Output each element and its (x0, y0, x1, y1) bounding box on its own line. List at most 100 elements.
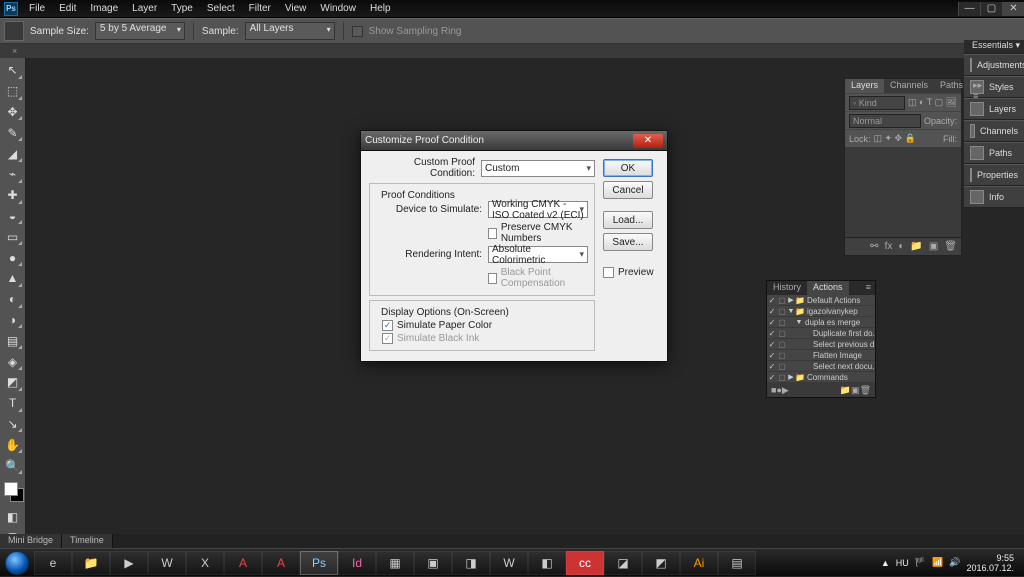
tool-14[interactable]: ◈ (2, 352, 23, 371)
taskbar-acrobat[interactable]: A (224, 551, 262, 575)
menu-help[interactable]: Help (363, 1, 398, 16)
tab-history[interactable]: History (767, 281, 807, 295)
taskbar-app1[interactable]: ▦ (376, 551, 414, 575)
tray-expand-icon[interactable]: ▲ (881, 558, 890, 568)
taskbar-photoshop[interactable]: Ps (300, 551, 338, 575)
tool-5[interactable]: ⌁ (2, 165, 23, 184)
taskbar-media[interactable]: ▶ (110, 551, 148, 575)
tray-volume-icon[interactable]: 🔊 (949, 557, 960, 568)
mask-icon[interactable]: ◐ (898, 241, 904, 252)
tray-network-icon[interactable]: 📶 (932, 557, 943, 568)
show-sampling-ring-check[interactable] (352, 26, 363, 37)
tool-12[interactable]: ◑ (2, 311, 23, 330)
action-row[interactable]: ✓▢Select previous d... (767, 339, 875, 350)
panel-properties[interactable]: Properties (964, 164, 1024, 186)
tray-lang[interactable]: HU (896, 558, 909, 568)
tool-7[interactable]: ◒ (2, 207, 23, 226)
tool-9[interactable]: ● (2, 248, 23, 267)
menu-view[interactable]: View (278, 1, 314, 16)
taskbar-app7[interactable]: ◪ (604, 551, 642, 575)
custom-condition-select[interactable]: Custom (481, 160, 595, 177)
actions-panel-menu[interactable]: ≡ (862, 281, 875, 295)
maximize-button[interactable]: ▢ (980, 2, 1002, 16)
taskbar-app8[interactable]: ◩ (642, 551, 680, 575)
tool-preset-icon[interactable] (4, 21, 24, 41)
tool-3[interactable]: ✎ (2, 123, 23, 142)
tool-15[interactable]: ◩ (2, 373, 23, 392)
taskbar-indesign[interactable]: Id (338, 551, 376, 575)
close-button[interactable]: ✕ (1002, 2, 1024, 16)
cancel-button[interactable]: Cancel (603, 181, 653, 199)
tab-channels[interactable]: Channels (884, 79, 934, 93)
taskbar-illustrator[interactable]: Ai (680, 551, 718, 575)
dialog-close-button[interactable]: ✕ (633, 134, 663, 148)
delete-layer-icon[interactable]: 🗑 (944, 241, 957, 252)
tool-10[interactable]: ▲ (2, 269, 23, 288)
menu-image[interactable]: Image (83, 1, 125, 16)
taskbar-ie[interactable]: e (34, 551, 72, 575)
taskbar-app3[interactable]: ◨ (452, 551, 490, 575)
fx-icon[interactable]: fx (885, 241, 893, 252)
action-row[interactable]: ✓▢Select next docu... (767, 361, 875, 372)
taskbar-app2[interactable]: ▣ (414, 551, 452, 575)
panel-adjustments[interactable]: Adjustments (964, 54, 1024, 76)
taskbar-app4[interactable]: W (490, 551, 528, 575)
tray-flag-icon[interactable]: 🏴 (915, 557, 926, 568)
device-simulate-select[interactable]: Working CMYK - ISO Coated v2 (ECI) (488, 201, 588, 218)
menu-file[interactable]: File (22, 1, 52, 16)
tool-0[interactable]: ↖ (2, 61, 23, 80)
panel-info[interactable]: Info (964, 186, 1024, 208)
simulate-paper-check[interactable]: ✓ (382, 320, 393, 331)
action-row[interactable]: ✓▢Duplicate first do... (767, 328, 875, 339)
taskbar-app9[interactable]: ▤ (718, 551, 756, 575)
tool-4[interactable]: ◢ (2, 144, 23, 163)
menu-window[interactable]: Window (313, 1, 363, 16)
layers-list[interactable] (845, 147, 961, 237)
menu-layer[interactable]: Layer (125, 1, 164, 16)
play-action-icon[interactable]: ▶ (782, 385, 789, 396)
new-set-icon[interactable]: 📁 (840, 385, 851, 396)
ok-button[interactable]: OK (603, 159, 653, 177)
tool-8[interactable]: ▭ (2, 227, 23, 246)
start-button[interactable] (0, 549, 34, 577)
link-layers-icon[interactable]: ⚯ (870, 241, 878, 252)
tool-1[interactable]: ⬚ (2, 82, 23, 101)
taskbar-explorer[interactable]: 📁 (72, 551, 110, 575)
blend-mode-select[interactable]: Normal (849, 114, 921, 128)
new-action-icon[interactable]: ▣ (851, 385, 860, 396)
rendering-intent-select[interactable]: Absolute Colorimetric (488, 246, 588, 263)
panel-paths[interactable]: Paths (964, 142, 1024, 164)
panel-layers[interactable]: Layers (964, 98, 1024, 120)
menu-select[interactable]: Select (200, 1, 242, 16)
tool-18[interactable]: ✋ (2, 435, 23, 454)
menu-edit[interactable]: Edit (52, 1, 83, 16)
tool-16[interactable]: T (2, 394, 23, 413)
new-layer-icon[interactable]: ▣ (929, 241, 938, 252)
tab-layers[interactable]: Layers (845, 79, 884, 93)
tool-13[interactable]: ▤ (2, 331, 23, 350)
menu-filter[interactable]: Filter (242, 1, 278, 16)
delete-action-icon[interactable]: 🗑 (860, 385, 871, 396)
quickmask-icon[interactable]: ◧ (2, 507, 23, 526)
taskbar-app6[interactable]: cc (566, 551, 604, 575)
panel-channels[interactable]: Channels (964, 120, 1024, 142)
taskbar-excel[interactable]: X (186, 551, 224, 575)
tool-2[interactable]: ✥ (2, 103, 23, 122)
group-icon[interactable]: 📁 (910, 241, 922, 252)
tray-clock[interactable]: 9:55 2016.07.12. (966, 553, 1014, 573)
taskbar-app5[interactable]: ◧ (528, 551, 566, 575)
minimize-button[interactable]: — (958, 2, 980, 16)
taskbar-word[interactable]: W (148, 551, 186, 575)
action-row[interactable]: ✓▢Flatten Image (767, 350, 875, 361)
taskbar-reader[interactable]: A (262, 551, 300, 575)
action-row[interactable]: ✓▢▼📁igazolvanykep (767, 306, 875, 317)
action-row[interactable]: ✓▢▶📁Commands (767, 372, 875, 383)
action-row[interactable]: ✓▢▼dupla es merge (767, 317, 875, 328)
tab-paths[interactable]: Paths (934, 79, 969, 93)
action-row[interactable]: ✓▢▶📁Default Actions (767, 295, 875, 306)
tool-11[interactable]: ◐ (2, 290, 23, 309)
foreground-swatch[interactable] (4, 482, 18, 496)
tab-mini-bridge[interactable]: Mini Bridge (0, 534, 62, 548)
tool-6[interactable]: ✚ (2, 186, 23, 205)
preview-check[interactable] (603, 267, 614, 278)
